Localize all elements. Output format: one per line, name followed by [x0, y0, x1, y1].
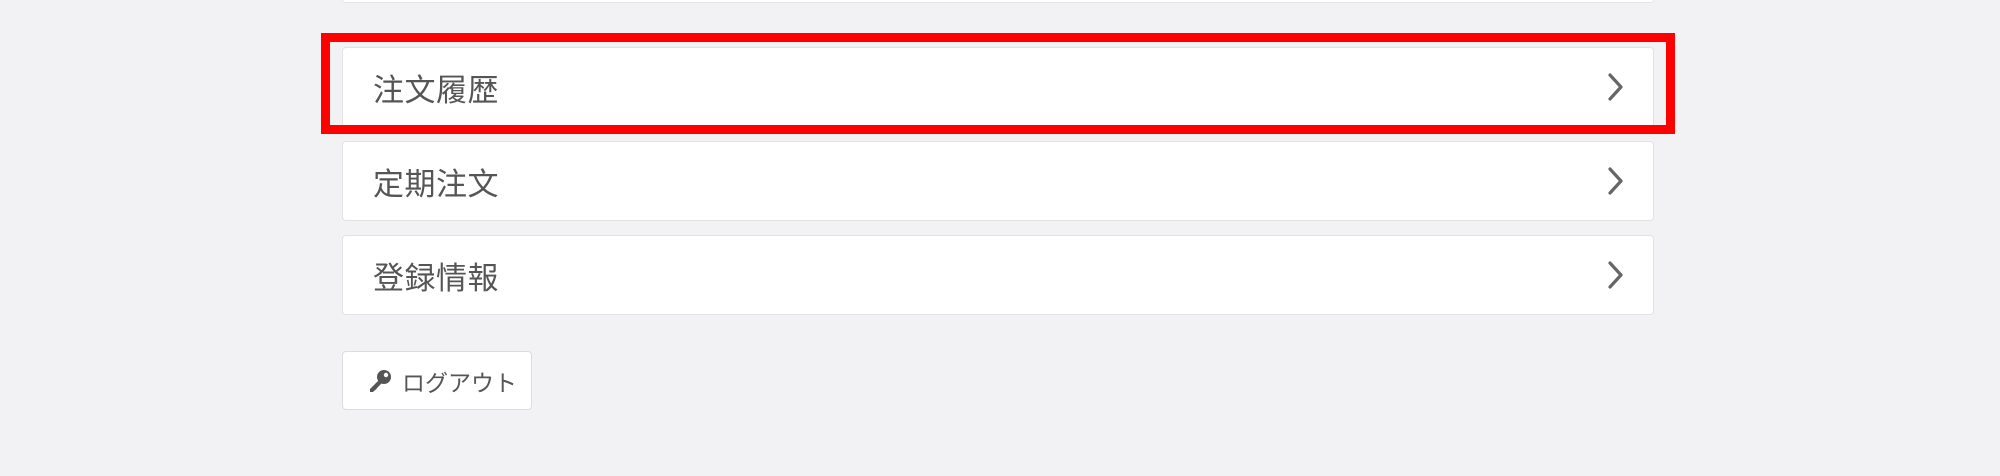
menu-item-account-info[interactable]: 登録情報 [342, 235, 1654, 315]
logout-label: ログアウト [402, 370, 517, 397]
menu-item-subscription[interactable]: 定期注文 [342, 141, 1654, 221]
chevron-right-icon [1603, 259, 1627, 291]
key-icon [367, 368, 393, 394]
menu-item-label: 注文履歴 [373, 72, 499, 109]
previous-card-edge [342, 0, 1654, 3]
chevron-right-icon [1603, 165, 1627, 197]
menu-item-order-history[interactable]: 注文履歴 [342, 47, 1654, 127]
menu-item-label: 定期注文 [373, 166, 499, 203]
menu-item-label: 登録情報 [373, 260, 499, 297]
chevron-right-icon [1603, 71, 1627, 103]
logout-button[interactable]: ログアウト [342, 351, 532, 410]
